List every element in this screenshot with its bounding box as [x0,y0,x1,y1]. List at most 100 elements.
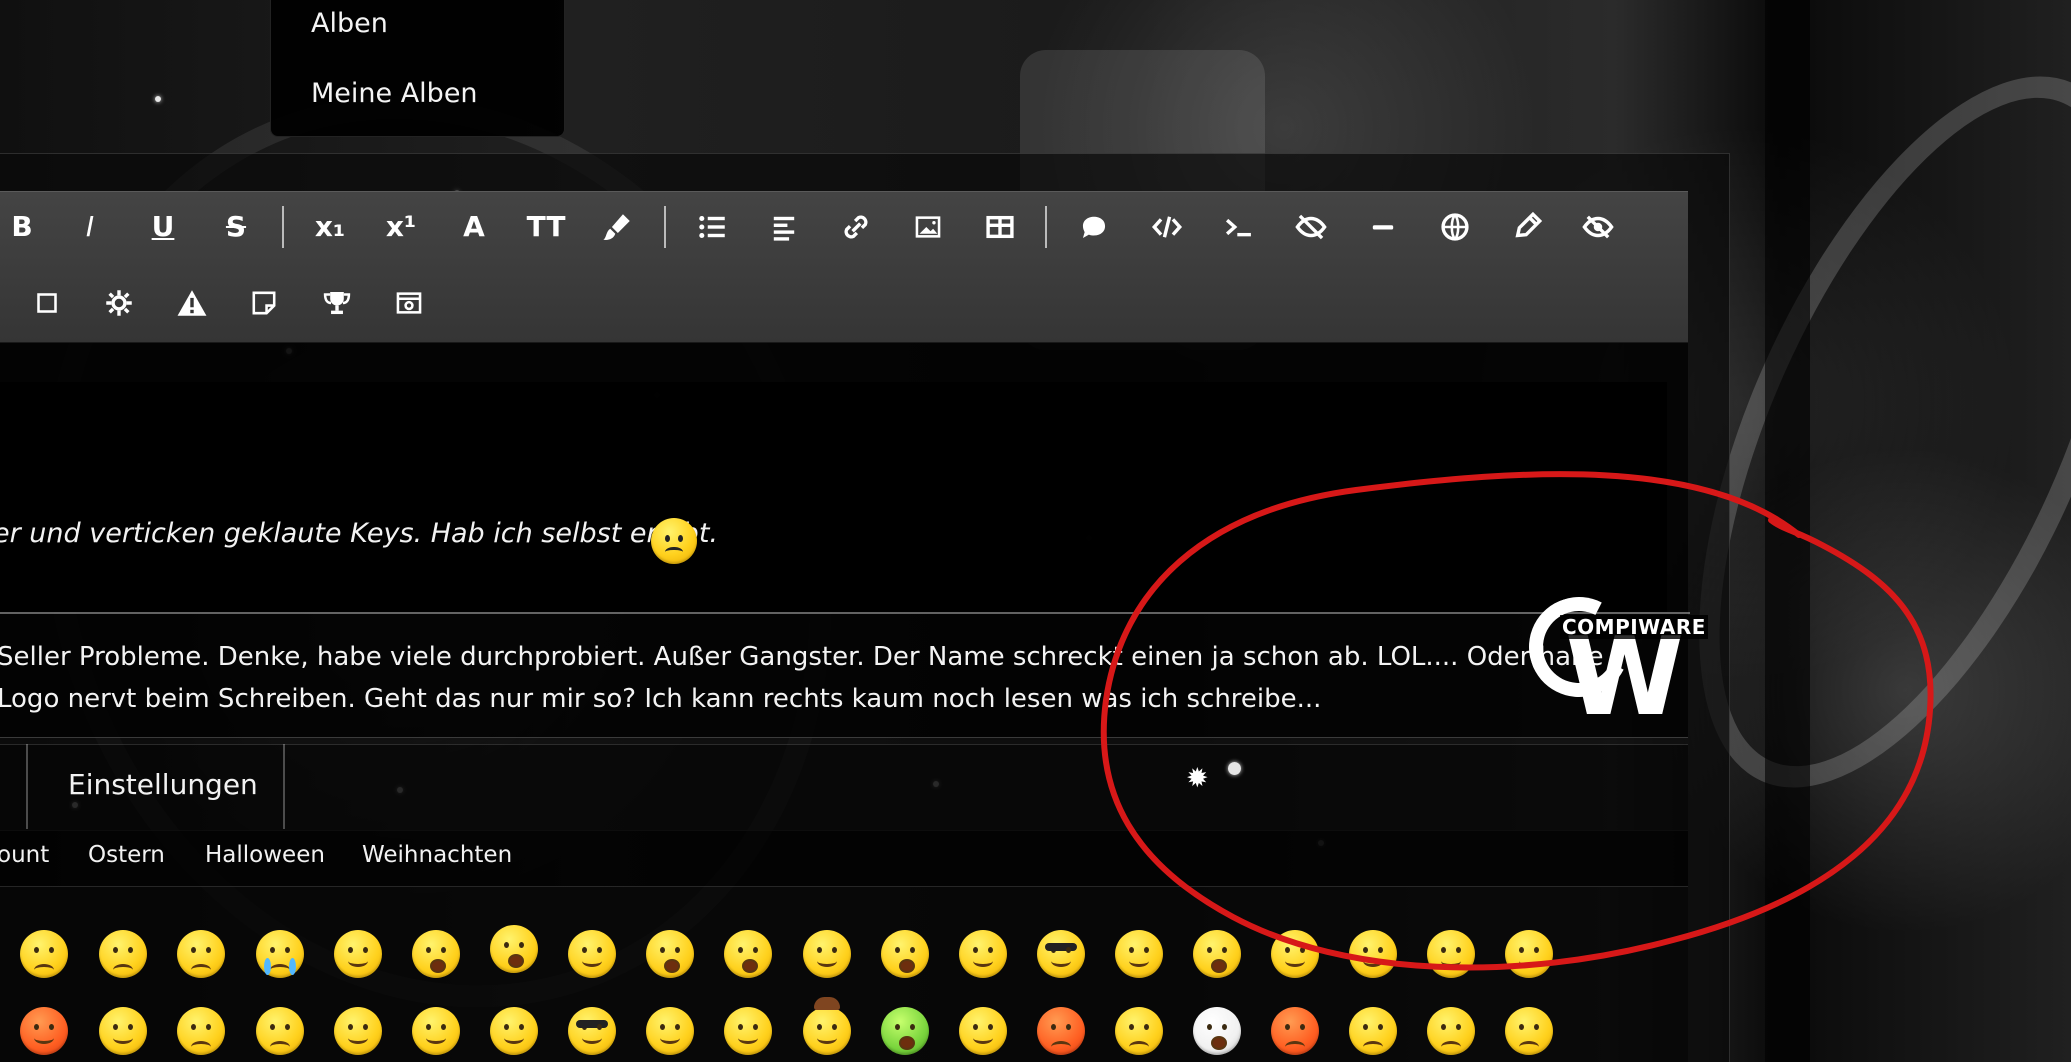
emoji-disappointed[interactable] [99,930,147,978]
emoji-sly[interactable] [1427,930,1475,978]
emoji-grin[interactable] [334,930,382,978]
hidden-eye-icon [1582,215,1614,239]
subscript-icon: x₁ [314,210,346,243]
font-size-button[interactable]: TT [524,205,568,249]
bold-button[interactable]: B [0,205,44,249]
quote-button[interactable] [1072,205,1116,249]
emoji-tired[interactable] [1349,1007,1397,1055]
award-button[interactable] [315,281,359,325]
category-account[interactable]: ount [0,842,49,868]
emoji-frown[interactable] [1037,1007,1085,1055]
spoiler-button[interactable] [1289,205,1333,249]
sparkle-dot [1228,762,1241,775]
emoji-slight-smile-2[interactable] [412,1007,460,1055]
emoji-smile[interactable] [568,930,616,978]
emoji-mouth [1129,955,1149,967]
menu-item-albums[interactable]: Alben [311,8,388,39]
settings-button[interactable] [97,281,141,325]
emoji-slight-smile[interactable] [959,930,1007,978]
emoji-relieved[interactable] [1271,930,1319,978]
emoji-beaming[interactable] [490,925,538,973]
emoji-rolling-eyes[interactable] [490,1007,538,1055]
emoji-mouth [742,959,758,973]
tab-settings[interactable]: Einstellungen [68,768,258,801]
glasses-icon [576,1020,608,1028]
tear-icon [289,958,296,975]
emoji-flat[interactable] [724,1007,772,1055]
font-button[interactable]: A [452,205,496,249]
emoji-laughing[interactable] [412,930,460,978]
emoji-mouth [191,964,211,976]
emoji-sleeping[interactable] [256,1007,304,1055]
emoji-rolling-laugh[interactable] [646,930,694,978]
hide-button[interactable] [1576,205,1620,249]
emoji-mouth [899,959,915,973]
globe-icon [1441,213,1469,241]
emoji-star-struck[interactable] [724,930,772,978]
strikethrough-button[interactable]: S [214,205,258,249]
comment-icon [1082,216,1106,239]
category-christmas[interactable]: Weihnachten [362,842,512,868]
note-button[interactable] [242,281,286,325]
emoji-zany[interactable] [881,930,929,978]
emoji-sad[interactable] [177,930,225,978]
emoji-monocle[interactable] [646,1007,694,1055]
warning-button[interactable] [170,281,214,325]
emoji-wink[interactable] [1505,930,1553,978]
table-button[interactable] [978,205,1022,249]
edit-button[interactable] [1505,205,1549,249]
emoji-weary[interactable] [1115,1007,1163,1055]
box-button[interactable] [25,281,69,325]
emoji-cowboy[interactable] [803,997,851,1055]
emoji-smirk[interactable] [1115,930,1163,978]
italic-button[interactable]: I [68,205,112,249]
emoji-mouth [1441,955,1461,967]
emoji-confused[interactable] [1427,1007,1475,1055]
emoji-thinking[interactable] [334,1007,382,1055]
emoji-mouth [113,964,133,976]
superscript-icon: x¹ [385,210,417,243]
paint-button[interactable] [595,205,639,249]
emoji-party[interactable] [959,1007,1007,1055]
emoji-mouth [1519,955,1539,967]
emoji-mouth [1051,1041,1071,1053]
subscript-button[interactable]: x₁ [308,205,352,249]
underline-icon: U [151,210,175,243]
language-button[interactable] [1433,205,1477,249]
forum-editor-screenshot: Alben Meine Alben B I U S x₁ x¹ A TT er … [0,0,2071,1062]
emoji-mouth [1285,1041,1305,1053]
align-button[interactable] [762,205,806,249]
image-icon [915,216,941,238]
snow-gear-icon: ✹ [1186,763,1209,794]
horizontal-rule-button[interactable] [1361,205,1405,249]
emoji-hearts[interactable] [20,1007,68,1055]
emoji-exploding-head[interactable] [1193,1007,1241,1055]
image-button[interactable] [906,205,950,249]
emoji-sick[interactable] [881,1007,929,1055]
link-button[interactable] [834,205,878,249]
terminal-button[interactable] [1217,205,1261,249]
superscript-button[interactable]: x¹ [379,205,423,249]
category-easter[interactable]: Ostern [88,842,165,868]
emoji-hug[interactable] [99,1007,147,1055]
media-button[interactable] [387,281,431,325]
category-halloween[interactable]: Halloween [205,842,325,868]
emoji-winking-tongue[interactable] [803,930,851,978]
emoji-cursing[interactable] [1271,1007,1319,1055]
emoji-grimace[interactable] [20,930,68,978]
menu-item-my-albums[interactable]: Meine Alben [311,78,478,109]
emoji-cool[interactable] [1037,930,1085,978]
underline-button[interactable]: U [141,205,185,249]
code-button[interactable] [1145,205,1189,249]
link-icon [844,215,868,239]
emoji-angry[interactable] [1505,1007,1553,1055]
list-button[interactable] [690,205,734,249]
emoji-mouth [113,1032,133,1044]
emoji-surprised[interactable] [1193,930,1241,978]
hat-icon [814,997,840,1010]
emoji-neutral[interactable] [1349,930,1397,978]
quoted-message [0,382,1667,612]
emoji-nerd[interactable] [568,1007,616,1055]
emoji-sleepy[interactable] [177,1007,225,1055]
emoji-crying[interactable] [256,930,304,978]
